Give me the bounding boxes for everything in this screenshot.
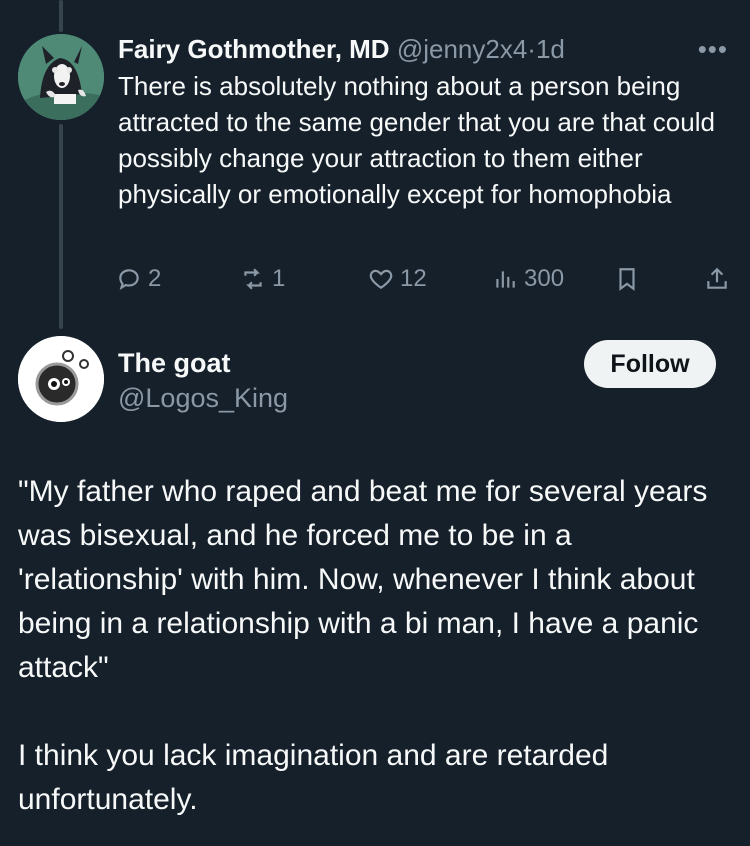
display-name-the-goat[interactable]: The goat (118, 346, 231, 380)
view-count: 300 (524, 265, 565, 292)
retweet-count: 1 (272, 265, 286, 292)
retweet-button[interactable]: 1 (240, 262, 285, 296)
views-button[interactable]: 300 (492, 262, 564, 296)
more-horizontal-icon[interactable]: ••• (698, 32, 728, 66)
avatar-fairy-gothmother[interactable] (18, 34, 104, 120)
display-name[interactable]: Fairy Gothmother, MD (118, 34, 390, 64)
follow-button[interactable]: Follow (584, 340, 716, 388)
share-button[interactable] (704, 262, 730, 296)
retweet-icon (244, 268, 262, 290)
thread-line-top (59, 0, 63, 32)
views-icon (496, 271, 515, 288)
reply-count: 2 (148, 265, 162, 292)
timestamp[interactable]: 1d (536, 34, 565, 64)
share-icon (707, 267, 727, 289)
tweet-fairy-gothmother[interactable]: Fairy Gothmother, MD @jenny2x4·1d ••• Th… (118, 32, 728, 212)
avatar-the-goat[interactable] (18, 336, 104, 422)
handle-logos-king[interactable]: @Logos_King (118, 381, 288, 415)
like-button[interactable]: 12 (368, 262, 427, 296)
like-count: 12 (400, 265, 427, 292)
tweet-text: There is absolutely nothing about a pers… (118, 71, 715, 209)
handle[interactable]: @jenny2x4 (397, 34, 527, 64)
tweet-header: Fairy Gothmother, MD @jenny2x4·1d (118, 32, 728, 66)
reply-icon (119, 269, 139, 291)
separator: · (527, 34, 536, 64)
bookmark-icon (619, 268, 635, 291)
reply-button[interactable]: 2 (116, 262, 161, 296)
tweet-actions: 2 1 12 300 (116, 262, 728, 296)
tweet-text-the-goat: "My father who raped and beat me for sev… (18, 475, 708, 816)
thread-line (59, 124, 63, 329)
bookmark-button[interactable] (614, 262, 640, 296)
heart-icon (369, 269, 393, 289)
